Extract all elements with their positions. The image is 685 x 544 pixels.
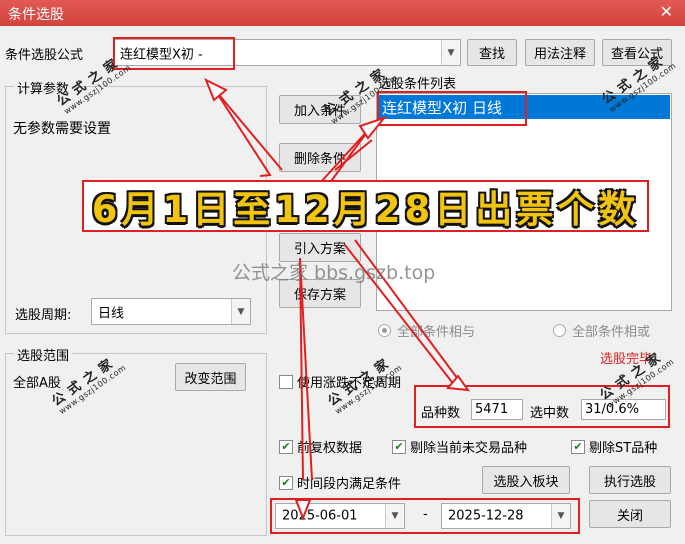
radio-icon bbox=[378, 324, 391, 337]
adjusted-checkbox[interactable]: ✔ 前复权数据 bbox=[279, 437, 362, 456]
count-label: 品种数 bbox=[421, 406, 461, 421]
formula-select[interactable]: 连红模型X初 - ▼ bbox=[113, 39, 461, 66]
date-separator: - bbox=[423, 507, 428, 522]
check-icon: ✔ bbox=[571, 439, 585, 454]
start-date-picker[interactable]: 2025-06-01 ▼ bbox=[275, 503, 405, 529]
selected-label: 选中数 bbox=[530, 406, 570, 421]
logic-and-radio[interactable]: 全部条件相与 bbox=[378, 321, 475, 340]
chevron-down-icon[interactable]: ▼ bbox=[231, 299, 250, 324]
formula-value: 连红模型X初 - bbox=[120, 47, 203, 62]
condition-stock-picker-window: 条件选股 ✕ 条件选股公式 连红模型X初 - ▼ 查找 用法注释 查看公式 计算… bbox=[0, 0, 685, 544]
selected-field: 31/0.6% bbox=[581, 399, 666, 420]
scope-value: 全部A股 bbox=[13, 376, 61, 391]
period-satisfy-checkbox[interactable]: ✔ 时间段内满足条件 bbox=[279, 473, 401, 492]
window-title: 条件选股 bbox=[8, 7, 64, 23]
params-note: 无参数需要设置 bbox=[13, 121, 111, 137]
chevron-down-icon[interactable]: ▼ bbox=[385, 504, 404, 528]
radio-icon bbox=[553, 324, 566, 337]
find-button[interactable]: 查找 bbox=[467, 39, 517, 66]
add-to-board-button[interactable]: 选股入板块 bbox=[482, 466, 570, 494]
period-select[interactable]: 日线 ▼ bbox=[91, 298, 251, 325]
count-field: 5471 bbox=[471, 399, 523, 420]
title-bar: 条件选股 ✕ bbox=[0, 0, 685, 26]
usage-notes-button[interactable]: 用法注释 bbox=[525, 39, 595, 66]
end-date-picker[interactable]: 2025-12-28 ▼ bbox=[441, 503, 571, 529]
chevron-down-icon[interactable]: ▼ bbox=[441, 40, 460, 65]
run-selection-button[interactable]: 执行选股 bbox=[589, 466, 671, 494]
close-icon[interactable]: ✕ bbox=[660, 2, 673, 21]
exclude-untraded-checkbox[interactable]: ✔ 剔除当前未交易品种 bbox=[392, 437, 527, 456]
check-icon: ✔ bbox=[279, 475, 293, 490]
period-label: 选股周期: bbox=[15, 308, 72, 323]
adjusted-label: 前复权数据 bbox=[297, 441, 363, 456]
period-value: 日线 bbox=[98, 306, 125, 321]
logic-or-radio[interactable]: 全部条件相或 bbox=[553, 321, 650, 340]
exclude-st-label: 剔除ST品种 bbox=[589, 441, 658, 456]
exclude-untraded-label: 剔除当前未交易品种 bbox=[410, 441, 528, 456]
formula-label: 条件选股公式 bbox=[5, 48, 84, 63]
delete-condition-button[interactable]: 删除条件 bbox=[279, 143, 361, 172]
logic-or-label: 全部条件相或 bbox=[572, 325, 651, 340]
end-date-value: 2025-12-28 bbox=[448, 508, 524, 524]
check-icon: ✔ bbox=[279, 439, 293, 454]
start-date-value: 2025-06-01 bbox=[282, 508, 358, 524]
exclude-st-checkbox[interactable]: ✔ 剔除ST品种 bbox=[571, 437, 657, 456]
check-icon: ✔ bbox=[392, 439, 406, 454]
change-scope-button[interactable]: 改变范围 bbox=[175, 363, 246, 391]
annotation-banner: 6月1日至12月28日出票个数 bbox=[82, 180, 649, 232]
close-button[interactable]: 关闭 bbox=[589, 500, 671, 528]
period-satisfy-label: 时间段内满足条件 bbox=[297, 477, 402, 492]
scope-legend: 选股范围 bbox=[14, 345, 73, 364]
chevron-down-icon[interactable]: ▼ bbox=[551, 504, 570, 528]
checkbox-icon bbox=[279, 374, 293, 389]
site-watermark: 公式之家 bbs.gszb.top bbox=[232, 262, 436, 284]
logic-and-label: 全部条件相与 bbox=[397, 325, 476, 340]
